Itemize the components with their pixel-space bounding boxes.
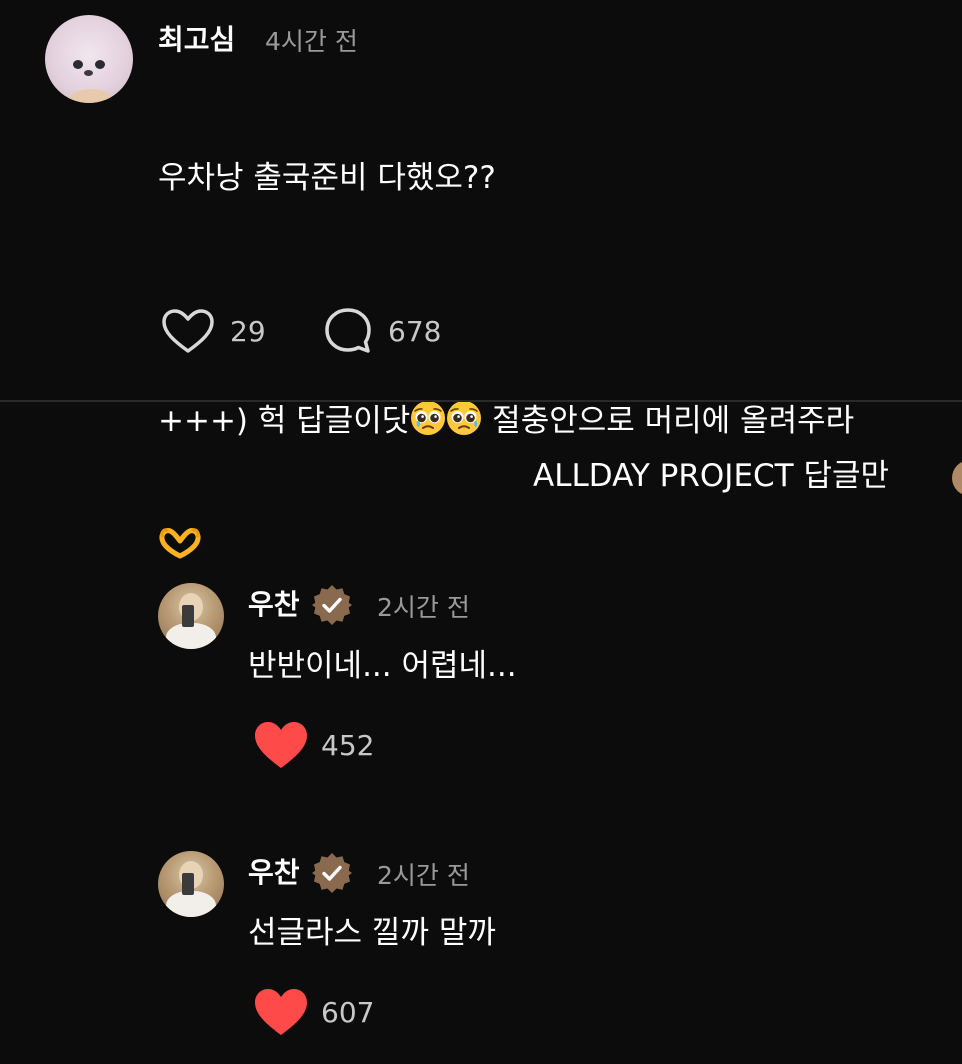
like-count: 29	[230, 314, 266, 348]
speech-bubble-icon	[325, 308, 371, 353]
reply-body: 선글라스 낄까 말까	[248, 915, 496, 951]
reply-filter-toggle[interactable]: ALLDAY PROJECT 답글만	[533, 455, 889, 497]
reply-author-avatar[interactable]	[158, 583, 224, 649]
post-text-suffix: 절충안으로 머리에 올려주라	[482, 403, 855, 439]
pleading-face-emoji-icon	[410, 400, 446, 446]
post-text-line: 우차낭 출국준비 다했오??	[158, 160, 496, 196]
reply-author-avatar[interactable]	[158, 851, 224, 917]
heart-outline-icon	[162, 309, 214, 353]
reply-like-button[interactable]: 607	[253, 986, 374, 1038]
reply-button[interactable]: 678	[322, 305, 441, 357]
heart-filled-icon	[255, 989, 307, 1035]
reply-timestamp: 2시간 전	[377, 861, 470, 890]
post-body: 우차낭 출국준비 다했오?? +++) 헉 답글이닷 절충안으로 머리에 올려주…	[158, 78, 948, 606]
reply-author-name[interactable]: 우찬	[248, 855, 300, 891]
filter-avatar	[952, 460, 962, 496]
post-author-avatar[interactable]	[45, 15, 133, 103]
heart-hands-emoji-icon	[158, 526, 948, 566]
reply-author-name[interactable]: 우찬	[248, 587, 300, 623]
verified-badge-icon	[310, 851, 354, 899]
reply-like-button[interactable]: 452	[253, 719, 374, 771]
reply-body: 반반이네... 어렵네...	[248, 648, 517, 684]
reply-count: 678	[388, 314, 442, 348]
reply-like-count: 452	[321, 728, 375, 762]
heart-filled-icon	[255, 722, 307, 768]
post-text-prefix: +++) 헉 답글이닷	[158, 403, 411, 439]
post-text-line-2: +++) 헉 답글이닷 절충안으로 머리에 올려주라	[158, 400, 948, 446]
post-timestamp: 4시간 전	[265, 27, 358, 56]
post-author-name[interactable]: 최고심	[158, 22, 235, 58]
reply-timestamp: 2시간 전	[377, 593, 470, 622]
divider	[0, 400, 962, 402]
reply-like-count: 607	[321, 995, 375, 1029]
like-button[interactable]: 29	[160, 305, 266, 357]
verified-badge-icon	[310, 583, 354, 631]
pleading-face-emoji-icon	[446, 400, 482, 446]
